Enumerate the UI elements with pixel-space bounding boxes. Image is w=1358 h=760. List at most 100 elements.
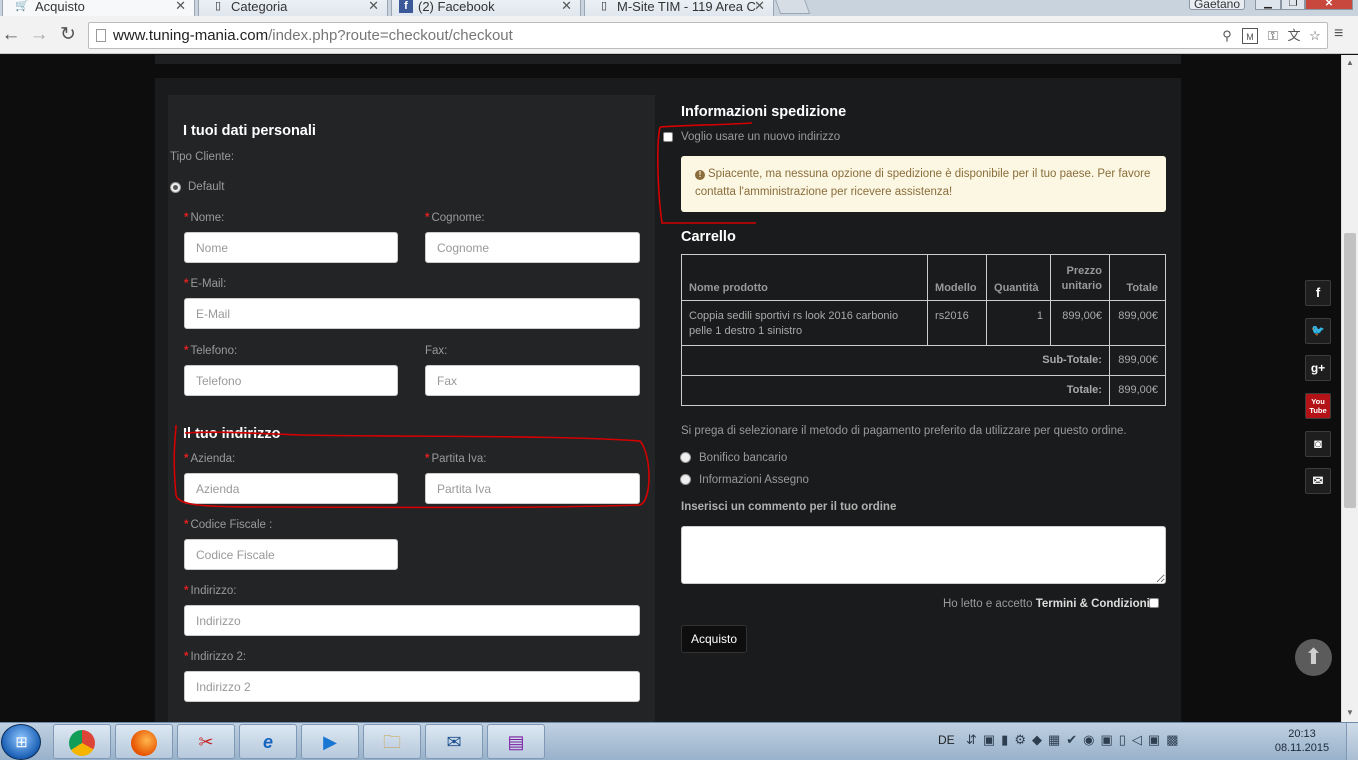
windows-logo-icon: ⊞ xyxy=(15,734,28,751)
media-player-icon[interactable]: ▶ xyxy=(301,724,359,759)
thunderbird-icon[interactable]: ✉ xyxy=(425,724,483,759)
indirizzo-input[interactable] xyxy=(185,606,639,635)
scrollbar-thumb[interactable] xyxy=(1344,233,1356,508)
customer-type-label: Tipo Cliente: xyxy=(170,151,235,163)
close-icon[interactable]: ✕ xyxy=(175,0,186,14)
page-scrollbar[interactable]: ▲ ▼ xyxy=(1341,55,1358,722)
email-input[interactable] xyxy=(185,299,639,328)
azienda-label-text: Azienda: xyxy=(190,453,236,465)
forward-arrow-icon[interactable]: → xyxy=(28,24,50,46)
internet-explorer-icon[interactable]: e xyxy=(239,724,297,759)
extension-icon[interactable]: M xyxy=(1242,28,1258,44)
snipping-tool-icon[interactable]: ✂ xyxy=(177,724,235,759)
clock-date: 08.11.2015 xyxy=(1274,742,1330,754)
tab-categoria[interactable]: ▯ Categoria ✕ xyxy=(198,0,388,16)
indirizzo2-label-text: Indirizzo 2: xyxy=(190,651,247,663)
payment-option-assegno: Informazioni Assegno xyxy=(699,474,809,486)
chrome-icon[interactable] xyxy=(53,724,111,759)
indirizzo2-label: * Indirizzo 2: xyxy=(184,651,246,663)
tab-title: M-Site TIM - 119 Area Cli xyxy=(617,0,757,14)
mail-icon[interactable]: ✉ xyxy=(1305,468,1331,494)
partita-iva-field[interactable] xyxy=(425,473,640,504)
product-name-link[interactable]: Coppia sedili sportivi rs look 2016 carb… xyxy=(680,300,929,346)
scroll-to-top-button[interactable]: ⬆ xyxy=(1295,639,1332,676)
telefono-label: * Telefono: xyxy=(184,345,237,357)
star-icon[interactable]: ☆ xyxy=(1307,28,1323,44)
nome-field[interactable] xyxy=(184,232,398,263)
payment-radio-assegno[interactable] xyxy=(680,474,691,485)
comment-input[interactable] xyxy=(682,527,1165,583)
codice-fiscale-field[interactable] xyxy=(184,539,398,570)
required-mark: * xyxy=(184,278,189,290)
indirizzo-field[interactable] xyxy=(184,605,640,636)
instagram-icon[interactable]: ◙ xyxy=(1305,431,1331,457)
customer-type-radio[interactable] xyxy=(170,182,181,193)
new-address-checkbox[interactable] xyxy=(663,132,673,142)
cognome-input[interactable] xyxy=(426,233,639,262)
nome-input[interactable] xyxy=(185,233,397,262)
telefono-input[interactable] xyxy=(185,366,397,395)
show-desktop-button[interactable] xyxy=(1346,723,1358,760)
google-plus-icon[interactable]: g+ xyxy=(1305,355,1331,381)
start-button[interactable]: ⊞ xyxy=(1,724,41,760)
close-icon[interactable]: ✕ xyxy=(754,0,765,14)
table-row: Coppia sedili sportivi rs look 2016 carb… xyxy=(680,300,1167,346)
taskbar-clock[interactable]: 20:13 08.11.2015 xyxy=(1272,727,1332,755)
azienda-input[interactable] xyxy=(185,474,397,503)
firefox-icon[interactable] xyxy=(115,724,173,759)
email-label: * E-Mail: xyxy=(184,278,226,290)
facebook-icon[interactable]: f xyxy=(1305,280,1331,306)
personal-data-title: I tuoi dati personali xyxy=(183,123,316,139)
tab-msite-tim[interactable]: ▯ M-Site TIM - 119 Area Cli ✕ xyxy=(584,0,774,16)
twitter-icon[interactable]: 🐦 xyxy=(1305,318,1331,344)
partita-iva-input[interactable] xyxy=(426,474,639,503)
customer-type-option: Default xyxy=(188,181,225,193)
indirizzo-label: * Indirizzo: xyxy=(184,585,237,597)
azienda-label: * Azienda: xyxy=(184,453,235,465)
system-tray: DE ⇵▣▮⚙◆▦✔◉▣▯◁▣▩ xyxy=(930,723,1265,760)
tab-acquisto[interactable]: 🛒 Acquisto ✕ xyxy=(2,0,195,16)
youtube-icon[interactable]: You Tube xyxy=(1305,393,1331,419)
zoom-icon[interactable]: ⚲ xyxy=(1219,28,1235,44)
comment-textarea[interactable] xyxy=(681,526,1166,584)
col-unit-price-line1: Prezzo xyxy=(1066,265,1102,277)
back-arrow-icon[interactable]: ← xyxy=(0,24,22,46)
minimize-button[interactable]: ▁ xyxy=(1255,0,1281,10)
tab-facebook[interactable]: f (2) Facebook ✕ xyxy=(391,0,581,16)
address-bar[interactable]: www.tuning-mania.com/index.php?route=che… xyxy=(88,22,1328,49)
shipping-alert: ! Spiacente, ma nessuna opzione di spediz… xyxy=(681,156,1166,212)
scroll-up-arrow-icon[interactable]: ▲ xyxy=(1346,58,1354,67)
terms-link[interactable]: Termini & Condizioni xyxy=(1036,598,1150,610)
azienda-field[interactable] xyxy=(184,473,398,504)
close-icon[interactable]: ✕ xyxy=(368,0,379,14)
reload-icon[interactable]: ↻ xyxy=(57,24,79,46)
product-model: rs2016 xyxy=(927,300,988,346)
cart-header-row: Nome prodotto Modello Quantità Prezzo uni… xyxy=(680,254,1167,301)
language-indicator[interactable]: DE xyxy=(938,733,955,747)
url-text[interactable]: www.tuning-mania.com/index.php?route=che… xyxy=(113,27,513,44)
codice-fiscale-input[interactable] xyxy=(185,540,397,569)
maximize-button[interactable]: ❐ xyxy=(1281,0,1305,10)
close-icon[interactable]: ✕ xyxy=(561,0,572,14)
key-icon[interactable]: ⚿ xyxy=(1265,28,1281,44)
fax-field[interactable] xyxy=(425,365,640,396)
cognome-field[interactable] xyxy=(425,232,640,263)
indirizzo2-input[interactable] xyxy=(185,672,639,701)
window-close-button[interactable]: ✕ xyxy=(1305,0,1353,10)
user-profile-badge[interactable]: Gaetano xyxy=(1189,0,1245,11)
menu-icon[interactable]: ≡ xyxy=(1334,26,1350,42)
terms-checkbox[interactable] xyxy=(1149,598,1159,608)
file-explorer-icon[interactable]: 🗀 xyxy=(363,724,421,759)
payment-radio-bonifico[interactable] xyxy=(680,452,691,463)
tray-icons[interactable]: ⇵▣▮⚙◆▦✔◉▣▯◁▣▩ xyxy=(966,732,1185,748)
telefono-field[interactable] xyxy=(184,365,398,396)
indirizzo2-field[interactable] xyxy=(184,671,640,702)
fax-input[interactable] xyxy=(426,366,639,395)
acquisto-button[interactable]: Acquisto xyxy=(681,625,747,653)
col-unit-price: Prezzo unitario xyxy=(1050,254,1110,301)
translate-icon[interactable]: 文 xyxy=(1286,28,1302,44)
new-tab-button[interactable] xyxy=(773,0,811,14)
winrar-icon[interactable]: ▤ xyxy=(487,724,545,759)
scroll-down-arrow-icon[interactable]: ▼ xyxy=(1346,708,1354,717)
email-field[interactable] xyxy=(184,298,640,329)
